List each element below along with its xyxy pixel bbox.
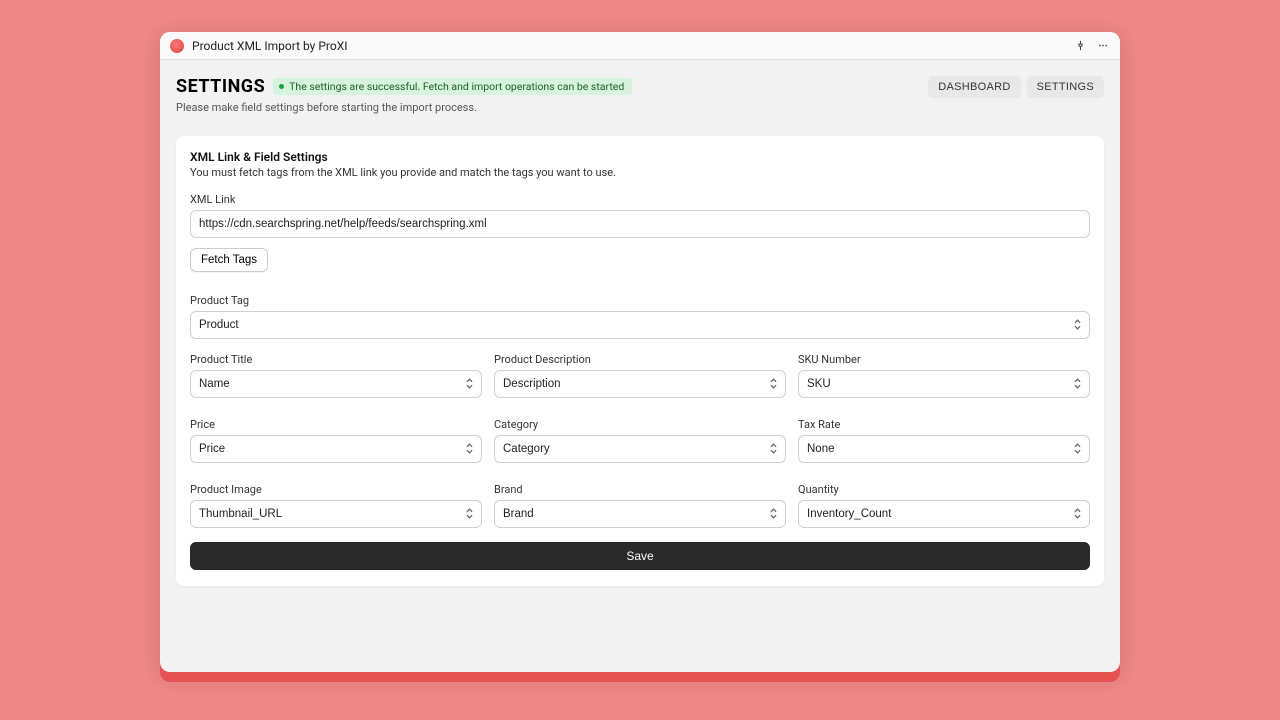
pin-icon[interactable] xyxy=(1075,40,1086,51)
field-item: Brand Brand xyxy=(494,473,786,528)
app-window: Product XML Import by ProXI SETTINGS The… xyxy=(160,32,1120,672)
field-select[interactable]: None xyxy=(798,435,1090,463)
titlebar: Product XML Import by ProXI xyxy=(160,32,1120,60)
field-select[interactable]: Inventory_Count xyxy=(798,500,1090,528)
xml-link-label: XML Link xyxy=(190,193,1090,206)
more-icon[interactable] xyxy=(1096,40,1110,51)
field-select[interactable]: Price xyxy=(190,435,482,463)
field-label: Quantity xyxy=(798,483,1090,496)
field-item: Product Description Description xyxy=(494,343,786,398)
field-item: Price Price xyxy=(190,408,482,463)
field-select[interactable]: Thumbnail_URL xyxy=(190,500,482,528)
status-dot-icon xyxy=(279,84,284,89)
fetch-tags-button[interactable]: Fetch Tags xyxy=(190,248,268,272)
field-item: Tax Rate None xyxy=(798,408,1090,463)
content-area: SETTINGS The settings are successful. Fe… xyxy=(160,60,1120,672)
field-label: Category xyxy=(494,418,786,431)
status-text: The settings are successful. Fetch and i… xyxy=(289,80,624,93)
field-label: SKU Number xyxy=(798,353,1090,366)
app-icon xyxy=(170,39,184,53)
field-select[interactable]: Name xyxy=(190,370,482,398)
field-select[interactable]: Description xyxy=(494,370,786,398)
field-item: Category Category xyxy=(494,408,786,463)
tab-settings[interactable]: SETTINGS xyxy=(1027,76,1104,98)
settings-card: XML Link & Field Settings You must fetch… xyxy=(176,136,1104,586)
card-title: XML Link & Field Settings xyxy=(190,150,1090,164)
page-title: SETTINGS xyxy=(176,76,265,97)
field-item: SKU Number SKU xyxy=(798,343,1090,398)
app-title: Product XML Import by ProXI xyxy=(192,39,347,53)
field-item: Product Image Thumbnail_URL xyxy=(190,473,482,528)
save-button[interactable]: Save xyxy=(190,542,1090,570)
product-tag-select[interactable]: Product xyxy=(190,311,1090,339)
tab-dashboard[interactable]: DASHBOARD xyxy=(928,76,1020,98)
field-mapping-grid: Product Title Name Product Description Desc… xyxy=(190,343,1090,528)
field-label: Tax Rate xyxy=(798,418,1090,431)
field-label: Price xyxy=(190,418,482,431)
field-item: Quantity Inventory_Count xyxy=(798,473,1090,528)
titlebar-actions xyxy=(1075,40,1110,51)
field-select[interactable]: Category xyxy=(494,435,786,463)
field-label: Brand xyxy=(494,483,786,496)
product-tag-label: Product Tag xyxy=(190,294,1090,307)
field-select[interactable]: SKU xyxy=(798,370,1090,398)
nav-tabs: DASHBOARD SETTINGS xyxy=(928,76,1104,98)
field-label: Product Description xyxy=(494,353,786,366)
card-subtitle: You must fetch tags from the XML link yo… xyxy=(190,166,1090,179)
page-subtitle: Please make field settings before starti… xyxy=(176,101,632,114)
field-item: Product Title Name xyxy=(190,343,482,398)
field-label: Product Title xyxy=(190,353,482,366)
field-label: Product Image xyxy=(190,483,482,496)
status-badge: The settings are successful. Fetch and i… xyxy=(273,78,632,95)
xml-link-input[interactable] xyxy=(190,210,1090,238)
field-select[interactable]: Brand xyxy=(494,500,786,528)
